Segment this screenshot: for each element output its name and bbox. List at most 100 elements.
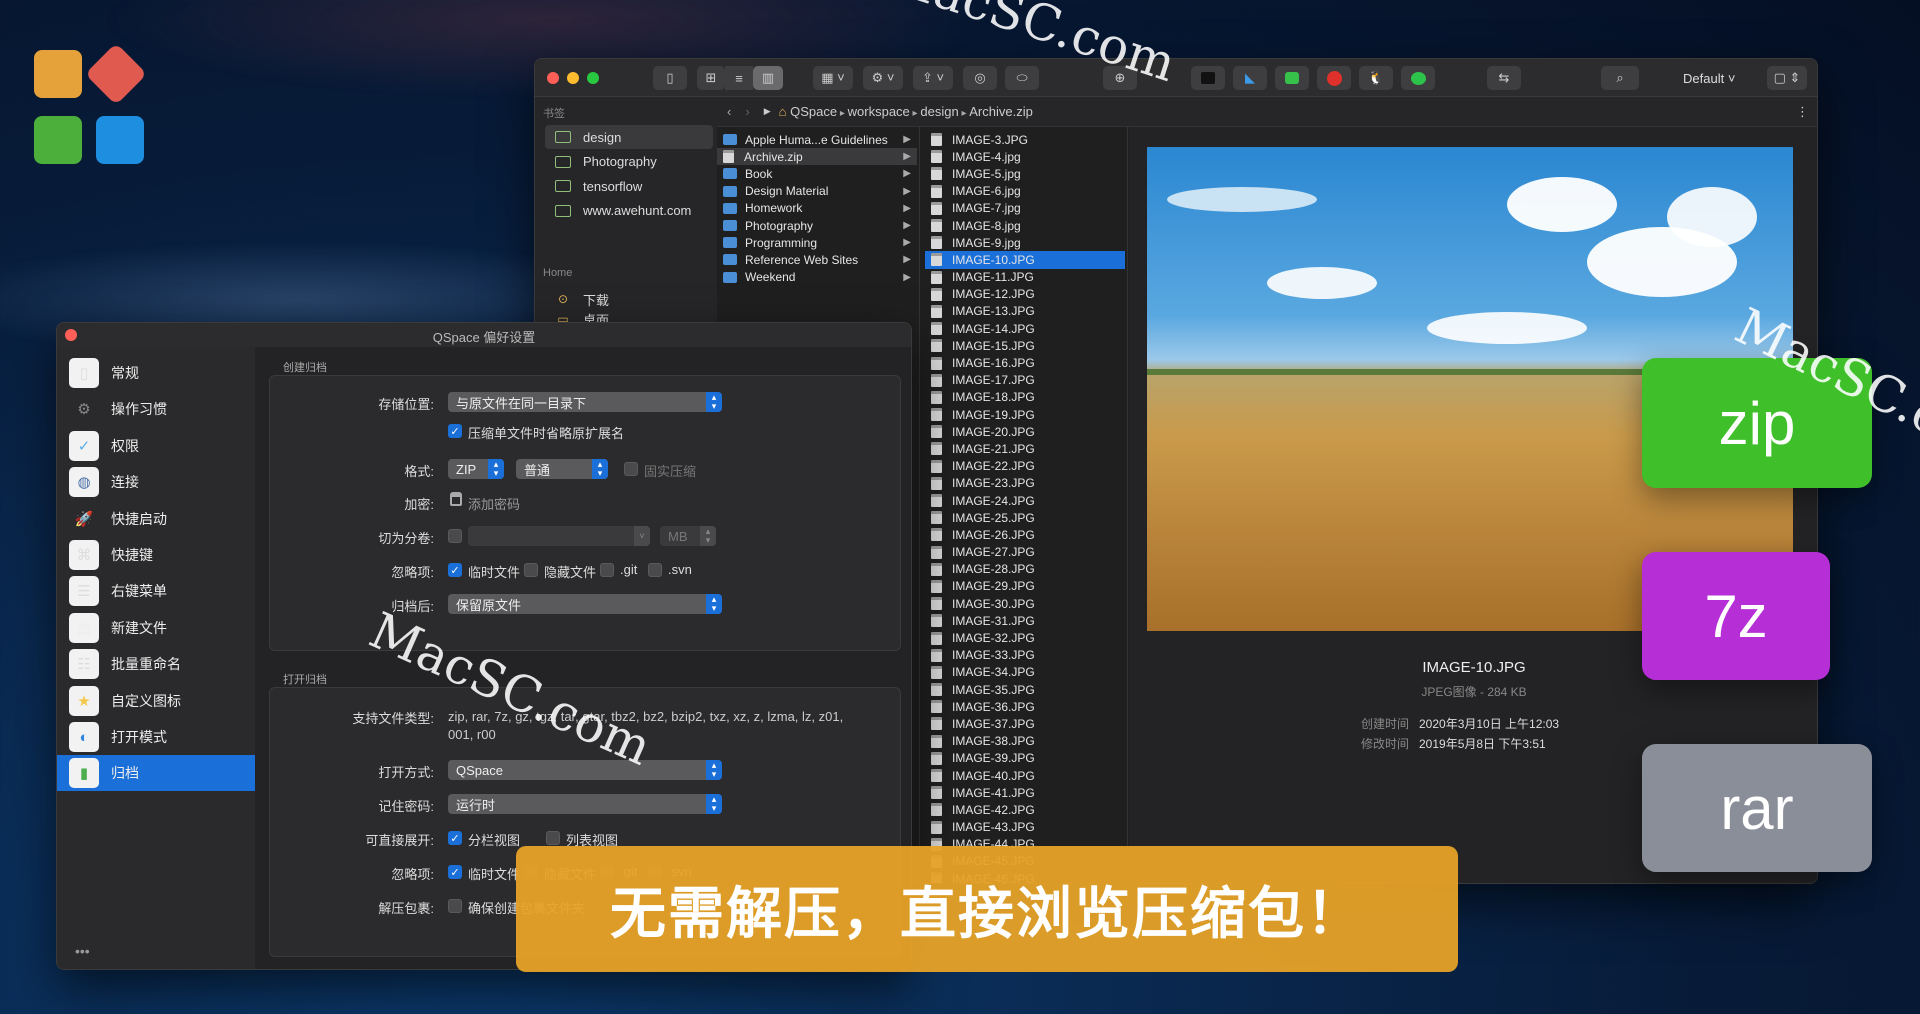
list-item[interactable]: IMAGE-18.JPG — [925, 389, 1125, 406]
list-item[interactable]: IMAGE-14.JPG — [925, 320, 1125, 337]
list-item[interactable]: IMAGE-19.JPG — [925, 406, 1125, 423]
solid-checkbox[interactable] — [624, 462, 638, 476]
list-item[interactable]: IMAGE-43.JPG — [925, 819, 1125, 836]
list-item[interactable]: IMAGE-42.JPG — [925, 801, 1125, 818]
list-item[interactable]: IMAGE-29.JPG — [925, 578, 1125, 595]
gear-icon[interactable]: ⚙ ˅ — [863, 66, 903, 90]
ignore-checkbox[interactable] — [600, 563, 614, 577]
list-item[interactable]: IMAGE-32.JPG — [925, 629, 1125, 646]
column-view-checkbox[interactable]: ✓ — [448, 831, 462, 845]
list-item[interactable]: Design Material ▶ — [717, 183, 917, 200]
airdrop-icon[interactable]: ◎ — [963, 66, 997, 90]
forward-icon[interactable]: › — [745, 104, 749, 119]
list-item[interactable]: IMAGE-38.JPG — [925, 733, 1125, 750]
prefs-sidebar-item[interactable]: ◐ 打开模式 — [57, 719, 255, 755]
sidebar-toggle-icon[interactable]: ▯ — [653, 66, 687, 90]
prefs-sidebar-item[interactable]: 🚀 快捷启动 — [57, 501, 255, 537]
list-item[interactable]: IMAGE-39.JPG — [925, 750, 1125, 767]
prefs-sidebar-item[interactable]: ⌘ 快捷键 — [57, 537, 255, 573]
level-select[interactable]: 普通 ▴ ▾ — [516, 459, 608, 479]
list-item[interactable]: IMAGE-7.jpg — [925, 200, 1125, 217]
list-item[interactable]: IMAGE-37.JPG — [925, 715, 1125, 732]
workspace-select[interactable]: Default ˅ — [1683, 71, 1735, 86]
list-item[interactable]: IMAGE-35.JPG — [925, 681, 1125, 698]
sidebar-bookmark[interactable]: www.awehunt.com — [545, 199, 713, 223]
split-checkbox[interactable] — [448, 529, 462, 543]
list-item[interactable]: IMAGE-13.JPG — [925, 303, 1125, 320]
sidebar-bookmark[interactable]: tensorflow — [545, 174, 713, 198]
breadcrumb-item[interactable]: workspace — [848, 104, 910, 119]
list-view-icon[interactable]: ≡ — [725, 66, 753, 90]
list-item[interactable]: IMAGE-15.JPG — [925, 337, 1125, 354]
add-password-link[interactable]: 添加密码 — [468, 494, 520, 513]
breadcrumb-item[interactable]: Archive.zip — [969, 104, 1033, 119]
list-item[interactable]: IMAGE-33.JPG — [925, 647, 1125, 664]
list-item[interactable]: Archive.zip ▶ — [717, 148, 917, 166]
ignore-checkbox[interactable] — [524, 563, 538, 577]
list-item[interactable]: Homework ▶ — [717, 200, 917, 217]
list-item[interactable]: Photography ▶ — [717, 217, 917, 234]
list-item[interactable]: IMAGE-27.JPG — [925, 544, 1125, 561]
prefs-sidebar-item[interactable]: ▮ 归档 — [57, 755, 255, 792]
vscode-icon[interactable]: ◣ — [1233, 66, 1267, 90]
list-item[interactable]: IMAGE-24.JPG — [925, 492, 1125, 509]
list-item[interactable]: IMAGE-8.jpg — [925, 217, 1125, 234]
list-item[interactable]: Apple Huma...e Guidelines ▶ — [717, 131, 917, 148]
ignore-checkbox[interactable]: ✓ — [448, 865, 462, 879]
list-item[interactable]: IMAGE-3.JPG — [925, 131, 1125, 148]
prefs-sidebar-item[interactable]: ▯ 常规 — [57, 355, 255, 391]
after-select[interactable]: 保留原文件 ▴ ▾ — [448, 594, 722, 614]
search-icon[interactable]: ⌕ — [1601, 66, 1639, 90]
prefs-sidebar-item[interactable]: ▤ 新建文件 — [57, 610, 255, 646]
sidebar-bookmark[interactable]: Photography — [545, 150, 713, 174]
prefs-sidebar-item[interactable]: ⚙ 操作习惯 — [57, 391, 255, 427]
prefs-sidebar-item[interactable]: ✓ 权限 — [57, 428, 255, 464]
minimize-button[interactable] — [567, 72, 579, 84]
terminal-icon[interactable] — [1191, 66, 1225, 90]
list-item[interactable]: IMAGE-41.JPG — [925, 784, 1125, 801]
list-item[interactable]: IMAGE-6.jpg — [925, 183, 1125, 200]
method-select[interactable]: QSpace ▴ ▾ — [448, 760, 722, 780]
layout-toggle-icon[interactable]: ▢ ⇕ — [1767, 66, 1807, 90]
format-select[interactable]: ZIP ▴ ▾ — [448, 459, 504, 479]
prefs-sidebar-item[interactable]: ★ 自定义图标 — [57, 683, 255, 719]
list-item[interactable]: IMAGE-30.JPG — [925, 595, 1125, 612]
list-view-checkbox[interactable] — [546, 831, 560, 845]
list-item[interactable]: IMAGE-16.JPG — [925, 354, 1125, 371]
prefs-sidebar-item[interactable]: ☰ 右键菜单 — [57, 573, 255, 609]
close-button[interactable] — [547, 72, 559, 84]
remember-select[interactable]: 运行时 ▴ ▾ — [448, 794, 722, 814]
list-item[interactable]: IMAGE-31.JPG — [925, 612, 1125, 629]
extract-checkbox[interactable] — [448, 899, 462, 913]
more-icon[interactable]: ••• — [75, 943, 90, 959]
omit-ext-checkbox[interactable]: ✓ — [448, 424, 462, 438]
list-item[interactable]: IMAGE-9.jpg — [925, 234, 1125, 251]
back-icon[interactable]: ‹ — [727, 104, 731, 119]
qq-icon[interactable]: 🐧 — [1359, 66, 1393, 90]
prefs-sidebar-item[interactable]: ☷ 批量重命名 — [57, 646, 255, 682]
prefs-sidebar-item[interactable]: ◍ 连接 — [57, 464, 255, 500]
list-item[interactable]: IMAGE-17.JPG — [925, 372, 1125, 389]
list-item[interactable]: IMAGE-22.JPG — [925, 458, 1125, 475]
zoom-button[interactable] — [587, 72, 599, 84]
list-item[interactable]: IMAGE-12.JPG — [925, 286, 1125, 303]
list-item[interactable]: IMAGE-34.JPG — [925, 664, 1125, 681]
list-item[interactable]: Programming ▶ — [717, 234, 917, 251]
ignore-checkbox[interactable] — [648, 563, 662, 577]
list-item[interactable]: IMAGE-11.JPG — [925, 269, 1125, 286]
list-item[interactable]: IMAGE-10.JPG — [925, 251, 1125, 269]
list-item[interactable]: IMAGE-28.JPG — [925, 561, 1125, 578]
split-size-select[interactable]: ˅ — [468, 526, 650, 546]
list-item[interactable]: Weekend ▶ — [717, 269, 917, 286]
list-item[interactable]: IMAGE-5.jpg — [925, 165, 1125, 182]
lock-icon[interactable] — [450, 492, 462, 506]
list-item[interactable]: Book ▶ — [717, 165, 917, 182]
swap-icon[interactable]: ⇆ — [1487, 66, 1521, 90]
list-item[interactable]: IMAGE-20.JPG — [925, 423, 1125, 440]
list-item[interactable]: IMAGE-25.JPG — [925, 509, 1125, 526]
list-item[interactable]: IMAGE-4.jpg — [925, 148, 1125, 165]
column-view-icon[interactable]: ▥ — [753, 66, 783, 90]
list-item[interactable]: IMAGE-23.JPG — [925, 475, 1125, 492]
wechat-icon[interactable] — [1401, 66, 1435, 90]
list-item[interactable]: Reference Web Sites ▶ — [717, 251, 917, 268]
